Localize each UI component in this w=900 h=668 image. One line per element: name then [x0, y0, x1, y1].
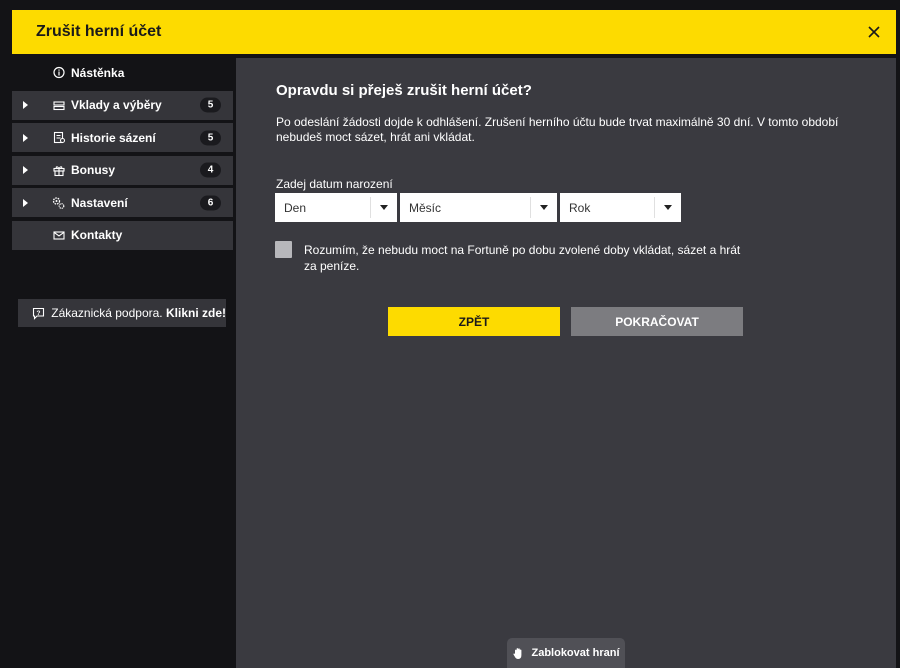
- description-text: Po odeslání žádosti dojde k odhlášení. Z…: [276, 115, 839, 144]
- month-select-value: Měsíc: [409, 200, 442, 215]
- chevron-down-icon: [655, 193, 681, 222]
- chevron-down-icon: [371, 193, 397, 222]
- main-panel: Opravdu si přeješ zrušit herní účet? Po …: [236, 58, 896, 668]
- continue-button[interactable]: POKRAČOVAT: [571, 307, 743, 336]
- customer-support-button[interactable]: ? Zákaznická podpora. Klikni zde!: [18, 299, 226, 327]
- year-select-value: Rok: [569, 200, 591, 215]
- support-label: Zákaznická podpora.: [51, 306, 163, 320]
- birth-date-label: Zadej datum narození: [276, 177, 393, 191]
- close-button[interactable]: [862, 20, 886, 44]
- sidebar-item-settings[interactable]: Nastavení 6: [12, 188, 233, 217]
- consent-checkbox[interactable]: [275, 241, 292, 258]
- close-icon[interactable]: [868, 26, 880, 38]
- dialog-title: Zrušit herní účet: [36, 23, 162, 40]
- day-select[interactable]: Den: [275, 193, 397, 222]
- day-select-value: Den: [284, 200, 307, 215]
- month-select[interactable]: Měsíc: [400, 193, 557, 222]
- svg-text:?: ?: [37, 309, 41, 316]
- count-badge: 5: [200, 130, 221, 145]
- dialog-header: Zrušit herní účet: [12, 10, 896, 54]
- sidebar-item-bonuses[interactable]: Bonusy 4: [12, 155, 233, 185]
- chevron-right-icon: [23, 133, 28, 142]
- gift-icon: [52, 164, 65, 177]
- chevron-right-icon: [23, 166, 28, 174]
- chevron-down-icon: [531, 193, 557, 222]
- hand-stop-icon: [512, 646, 526, 660]
- year-select[interactable]: Rok: [560, 193, 681, 222]
- sidebar-item-deposits[interactable]: Vklady a výběry 5: [12, 90, 233, 120]
- info-icon: [52, 66, 65, 79]
- sidebar-item-label: Bonusy: [71, 163, 116, 177]
- count-badge: 5: [200, 97, 221, 113]
- sidebar-item-label: Nástěnka: [71, 65, 125, 80]
- back-button[interactable]: ZPĚT: [388, 307, 560, 336]
- sidebar-item-label: Nastavení: [71, 195, 128, 210]
- count-badge: 4: [200, 162, 221, 178]
- consent-text: Rozumím, že nebudu moct na Fortuně po do…: [304, 243, 741, 273]
- page-title: Opravdu si přeješ zrušit herní účet?: [276, 82, 532, 99]
- sidebar-item-dashboard[interactable]: Nástěnka: [12, 58, 233, 87]
- block-gambling-button[interactable]: Zablokovat hraní: [507, 638, 625, 668]
- support-link[interactable]: Klikni zde!: [166, 306, 226, 320]
- envelope-icon: [52, 229, 65, 242]
- sidebar-item-label: Vklady a výběry: [71, 98, 162, 112]
- count-badge: 6: [200, 195, 221, 210]
- gears-icon: [52, 196, 65, 209]
- sidebar-item-label: Kontakty: [71, 228, 123, 242]
- sidebar-item-contacts[interactable]: Kontakty: [12, 220, 233, 250]
- support-text: Zákaznická podpora. Klikni zde!: [51, 306, 226, 320]
- sidebar-item-label: Historie sázení: [71, 130, 156, 145]
- chevron-right-icon: [23, 101, 28, 109]
- block-gambling-label: Zablokovat hraní: [531, 647, 620, 659]
- chevron-right-icon: [23, 198, 28, 207]
- money-icon: [52, 99, 65, 112]
- ticket-icon: [52, 131, 65, 144]
- sidebar: Nástěnka Vklady a výběry 5 Historie sáze…: [12, 58, 233, 253]
- sidebar-item-bet-history[interactable]: Historie sázení 5: [12, 123, 233, 152]
- question-chat-icon: ?: [32, 306, 45, 320]
